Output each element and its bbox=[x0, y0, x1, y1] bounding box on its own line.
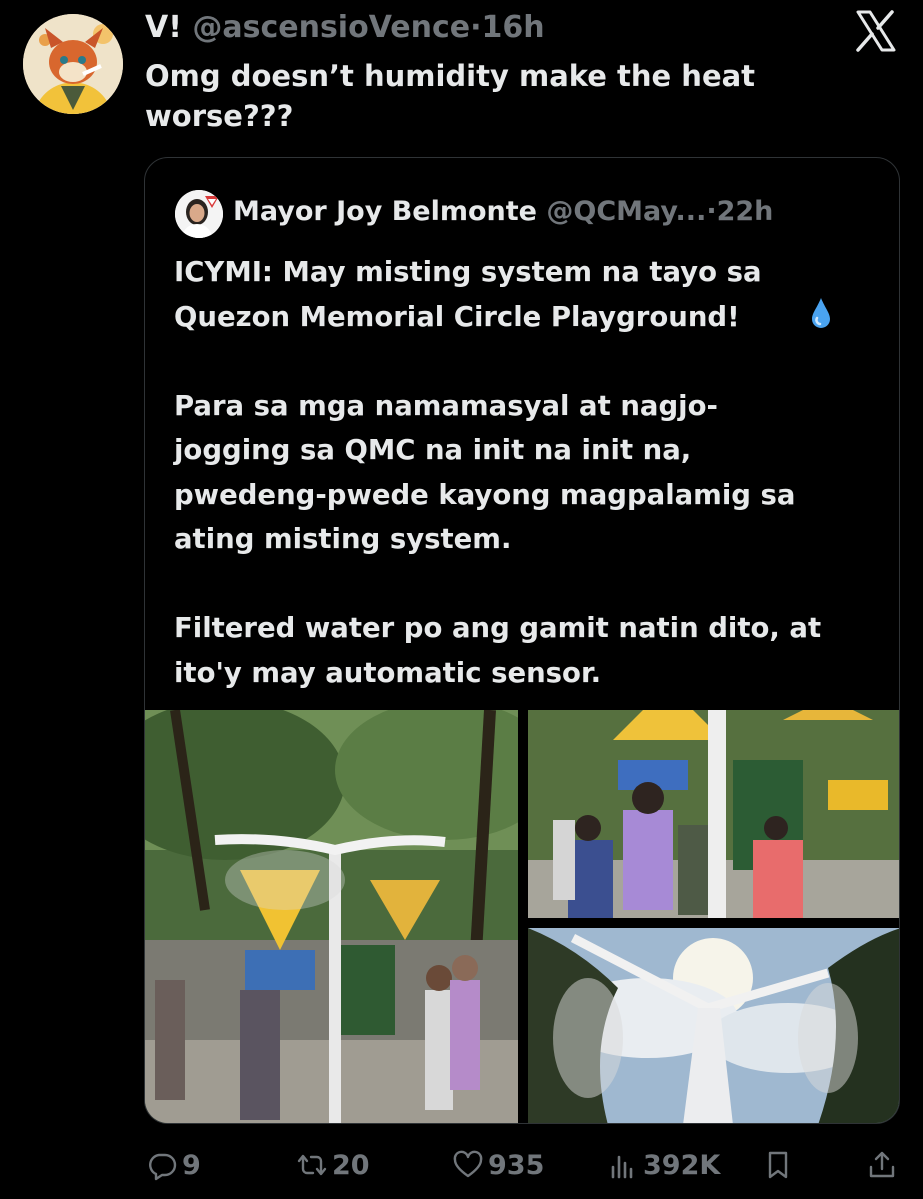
repost-icon bbox=[297, 1154, 327, 1176]
views-button[interactable]: 392K bbox=[607, 1140, 720, 1190]
tweet-timestamp[interactable]: 16h bbox=[482, 10, 545, 45]
reply-button[interactable]: 9 bbox=[146, 1140, 201, 1190]
repost-count: 20 bbox=[332, 1149, 370, 1181]
quoted-tweet-card[interactable]: Mayor Joy Belmonte @QCMay...·22h ICYMI: … bbox=[144, 157, 900, 1124]
quoted-author-avatar[interactable] bbox=[175, 190, 223, 238]
bookmark-button[interactable] bbox=[762, 1140, 798, 1190]
reply-count: 9 bbox=[182, 1149, 201, 1181]
share-icon bbox=[869, 1151, 895, 1178]
author-name[interactable]: V! bbox=[145, 10, 182, 45]
photo-graphic bbox=[145, 710, 518, 1123]
tweet-actions-bar: 9 20 935 392K bbox=[0, 1140, 923, 1190]
mist-pole-sky-photo[interactable] bbox=[528, 928, 899, 1123]
heart-icon bbox=[453, 1150, 483, 1178]
tweet-header: V! @ascensioVence·16h bbox=[145, 10, 545, 46]
playground-misting-pole-photo[interactable] bbox=[145, 710, 518, 1123]
quoted-header-separator: · bbox=[706, 196, 717, 227]
quoted-tweet-text: ICYMI: May misting system na tayo sa Que… bbox=[174, 256, 822, 689]
like-count: 935 bbox=[488, 1149, 545, 1181]
quoted-tweet-timestamp[interactable]: 22h bbox=[717, 196, 774, 227]
author-avatar[interactable] bbox=[23, 14, 123, 114]
author-handle[interactable]: @ascensioVence bbox=[192, 10, 470, 45]
quoted-author-name[interactable]: Mayor Joy Belmonte bbox=[233, 196, 537, 227]
media-grid bbox=[145, 710, 899, 1123]
repost-button[interactable]: 20 bbox=[296, 1140, 370, 1190]
header-separator: · bbox=[470, 10, 482, 45]
share-button[interactable] bbox=[866, 1140, 902, 1190]
reply-icon bbox=[149, 1153, 177, 1181]
quoted-author-handle[interactable]: @QCMay... bbox=[546, 196, 706, 227]
tweet-text: Omg doesn’t humidity make the heat worse… bbox=[145, 59, 756, 133]
x-logo-icon[interactable] bbox=[850, 6, 900, 56]
droplet-icon bbox=[812, 298, 830, 328]
like-button[interactable]: 935 bbox=[452, 1140, 544, 1190]
views-chart-icon bbox=[611, 1155, 633, 1179]
bookmark-icon bbox=[768, 1151, 788, 1179]
children-under-mist-photo[interactable] bbox=[528, 710, 899, 918]
quoted-avatar-photo bbox=[175, 190, 223, 238]
photo-graphic bbox=[528, 710, 899, 918]
avatar-illustration bbox=[23, 14, 123, 114]
photo-graphic bbox=[528, 928, 899, 1123]
quoted-tweet-header: Mayor Joy Belmonte @QCMay...·22h bbox=[233, 194, 773, 230]
view-count: 392K bbox=[643, 1149, 721, 1181]
